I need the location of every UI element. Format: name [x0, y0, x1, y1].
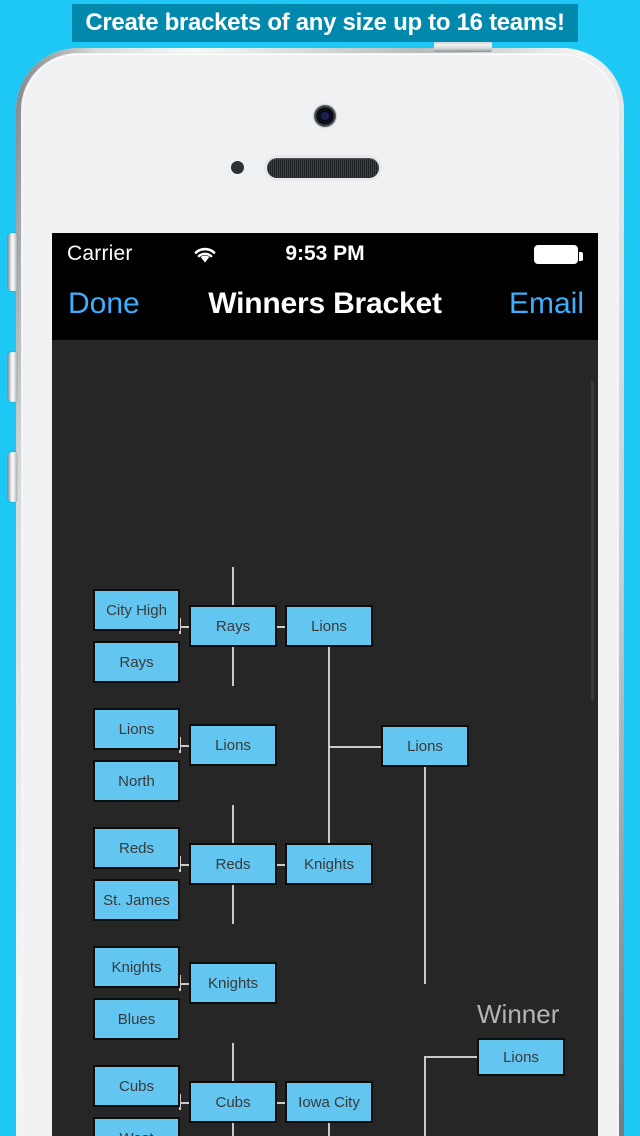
bracket-node[interactable]: City High [93, 589, 180, 631]
bracket-node[interactable]: Rays [93, 641, 180, 683]
bracket-node[interactable]: Lions [93, 708, 180, 750]
bracket-node[interactable]: Reds [189, 843, 277, 885]
bracket-node[interactable]: Knights [285, 843, 373, 885]
bracket-node[interactable]: Blues [93, 998, 180, 1040]
bracket-node[interactable]: Knights [189, 962, 277, 1004]
battery-icon [534, 245, 583, 264]
promo-screenshot: Create brackets of any size up to 16 tea… [0, 0, 640, 1136]
earpiece-speaker-icon [267, 158, 379, 178]
bracket-node[interactable]: Lions [381, 725, 469, 767]
bracket-node[interactable]: Cubs [189, 1081, 277, 1123]
bracket-node[interactable]: Iowa City [285, 1081, 373, 1123]
champion-node[interactable]: Lions [477, 1038, 565, 1076]
bracket-node[interactable]: Cubs [93, 1065, 180, 1107]
volume-up-button[interactable] [8, 352, 17, 402]
navigation-bar: Done Winners Bracket Email [52, 273, 598, 341]
bracket-node[interactable]: West [93, 1117, 180, 1136]
phone-screen: Carrier 9:53 PM Done Winners Bracket Ema… [52, 233, 598, 1136]
bracket-node[interactable]: Knights [93, 946, 180, 988]
bracket-node[interactable]: Lions [189, 724, 277, 766]
bracket-node[interactable]: St. James [93, 879, 180, 921]
bracket-node[interactable]: Rays [189, 605, 277, 647]
mute-switch[interactable] [8, 233, 17, 291]
promo-banner-text: Create brackets of any size up to 16 tea… [85, 9, 565, 36]
bracket-node[interactable]: Lions [285, 605, 373, 647]
status-time: 9:53 PM [285, 242, 365, 265]
proximity-sensor-icon [231, 161, 244, 174]
connector [424, 1056, 426, 1136]
status-bar: Carrier 9:53 PM [52, 233, 598, 273]
winner-label: Winner [477, 999, 560, 1029]
email-button[interactable]: Email [509, 287, 584, 321]
bracket-node[interactable]: North [93, 760, 180, 802]
connector [424, 747, 426, 984]
bracket-canvas[interactable]: 1 16 8 9 5 12 4 13 3 14 6 11 7 10 City H… [52, 341, 598, 1136]
promo-banner: Create brackets of any size up to 16 tea… [72, 4, 578, 42]
front-camera-icon [314, 105, 336, 127]
volume-down-button[interactable] [8, 452, 17, 502]
bracket-node[interactable]: Reds [93, 827, 180, 869]
vertical-scrollbar[interactable] [591, 381, 594, 701]
